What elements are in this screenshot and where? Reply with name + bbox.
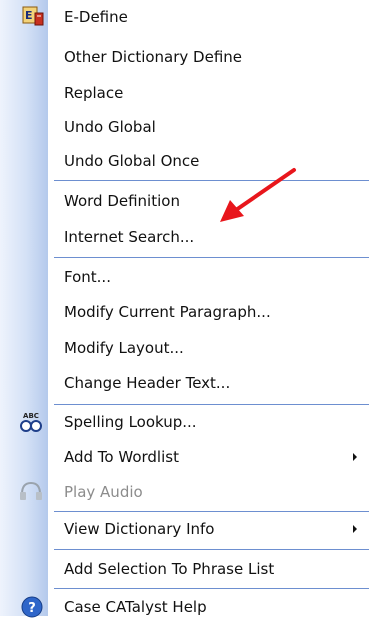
menu-item-replace[interactable]: Replace	[0, 76, 369, 110]
menu-item-add-to-wordlist[interactable]: Add To Wordlist	[0, 440, 369, 474]
menu-item-label: Other Dictionary Define	[64, 48, 243, 66]
menu-item-label: Play Audio	[64, 483, 143, 501]
menu-item-play-audio: Play Audio	[0, 475, 369, 509]
menu-item-add-selection-to-phrase-list[interactable]: Add Selection To Phrase List	[0, 552, 369, 586]
svg-text:E: E	[25, 9, 33, 22]
svg-text:?: ?	[28, 601, 36, 616]
menu-item-label: Case CATalyst Help	[64, 598, 207, 616]
headphones-icon	[20, 481, 42, 500]
menu-item-label: Internet Search...	[64, 228, 195, 246]
menu-item-internet-search[interactable]: Internet Search...	[0, 220, 369, 254]
menu-item-label: View Dictionary Info	[64, 520, 215, 538]
menu-item-modify-layout[interactable]: Modify Layout...	[0, 331, 369, 365]
spelling-icon: ABC	[20, 412, 42, 432]
menu-item-modify-current-paragraph[interactable]: Modify Current Paragraph...	[0, 295, 369, 329]
menu-item-label: E-Define	[64, 8, 128, 26]
menu-separator	[54, 257, 369, 258]
menu-item-font[interactable]: Font...	[0, 260, 369, 294]
menu-item-e-define[interactable]: E E-Define	[0, 0, 369, 34]
menu-item-label: Modify Current Paragraph...	[64, 303, 271, 321]
menu-item-other-dictionary-define[interactable]: Other Dictionary Define	[0, 40, 369, 74]
menu-item-label: Undo Global Once	[64, 152, 200, 170]
context-menu: E E-Define Other Dictionary Define Repla…	[0, 0, 369, 618]
menu-item-change-header-text[interactable]: Change Header Text...	[0, 366, 369, 400]
menu-separator	[54, 588, 369, 589]
menu-separator	[54, 549, 369, 550]
menu-item-label: Spelling Lookup...	[64, 413, 197, 431]
svg-text:ABC: ABC	[23, 412, 39, 420]
menu-item-view-dictionary-info[interactable]: View Dictionary Info	[0, 512, 369, 546]
menu-item-label: Replace	[64, 84, 124, 102]
menu-item-label: Font...	[64, 268, 111, 286]
menu-item-label: Modify Layout...	[64, 339, 184, 357]
menu-item-word-definition[interactable]: Word Definition	[0, 184, 369, 218]
e-define-icon: E	[22, 6, 44, 26]
menu-item-undo-global-once[interactable]: Undo Global Once	[0, 144, 369, 178]
menu-item-label: Add Selection To Phrase List	[64, 560, 275, 578]
menu-item-case-catalyst-help[interactable]: ? Case CATalyst Help	[0, 590, 369, 624]
menu-item-spelling-lookup[interactable]: ABC Spelling Lookup...	[0, 405, 369, 439]
menu-item-label: Word Definition	[64, 192, 180, 210]
menu-item-undo-global[interactable]: Undo Global	[0, 110, 369, 144]
help-icon: ?	[21, 596, 43, 618]
menu-item-label: Change Header Text...	[64, 374, 231, 392]
menu-item-label: Undo Global	[64, 118, 156, 136]
submenu-arrow-icon	[353, 525, 357, 533]
menu-item-label: Add To Wordlist	[64, 448, 179, 466]
submenu-arrow-icon	[353, 453, 357, 461]
annotation-arrow	[220, 168, 296, 222]
